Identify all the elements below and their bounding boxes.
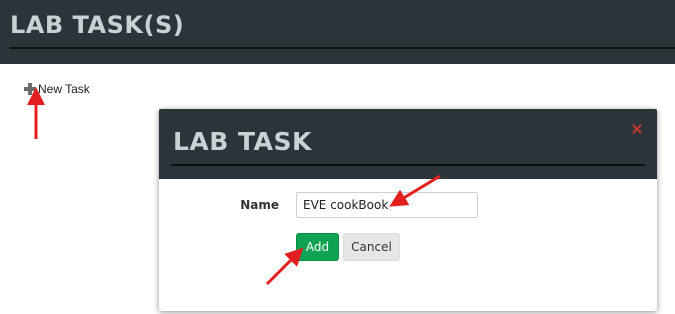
lab-task-dialog: LAB TASK Name Add Cancel: [159, 109, 657, 311]
plus-icon: [24, 83, 36, 95]
page-title: LAB TASK(S): [10, 11, 185, 39]
add-button[interactable]: Add: [296, 233, 339, 261]
page-header: LAB TASK(S): [0, 0, 675, 64]
dialog-title: LAB TASK: [173, 127, 312, 156]
name-input[interactable]: [296, 192, 478, 218]
new-task-link[interactable]: New Task: [24, 82, 90, 96]
close-icon[interactable]: [632, 124, 642, 134]
name-label: Name: [240, 198, 279, 212]
new-task-label: New Task: [38, 82, 90, 96]
dialog-header-divider: [171, 164, 645, 166]
dialog-header: LAB TASK: [159, 109, 657, 179]
header-divider: [10, 47, 675, 49]
cancel-button[interactable]: Cancel: [343, 233, 400, 261]
